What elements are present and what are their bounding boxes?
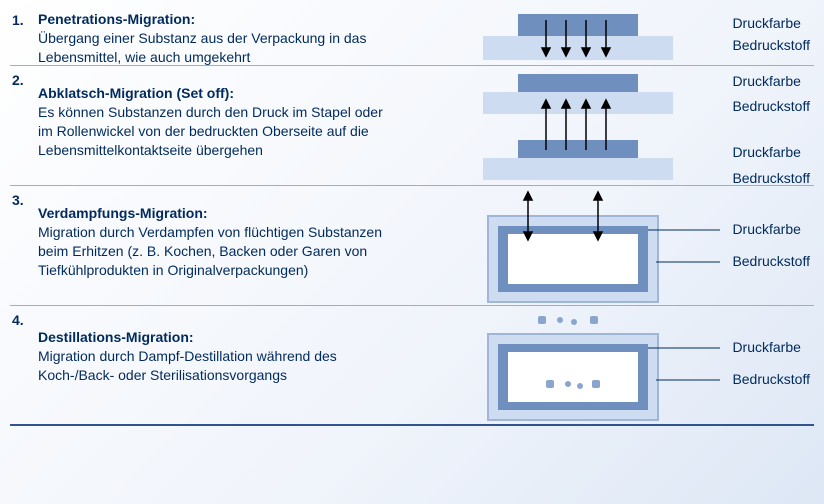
item-title: Verdampfungs-Migration: (38, 205, 208, 221)
label-substrate: Bedruckstoff (732, 36, 810, 54)
item-number: 2. (12, 70, 38, 177)
item-title: Penetrations-Migration: (38, 11, 195, 27)
diagram-3: Druckfarbe Bedruckstoff (398, 190, 814, 297)
item-text: Abklatsch-Migration (Set off): Es können… (38, 70, 398, 177)
item-number: 1. (12, 10, 38, 57)
row-3: 3. Verdampfungs-Migration: Migration dur… (10, 186, 814, 306)
item-desc: Migration durch Dampf-Destillation währe… (38, 348, 337, 383)
diagram-1: Druckfarbe Bedruckstoff (398, 10, 814, 57)
row-1: 1. Penetrations-Migration: Übergang eine… (10, 6, 814, 66)
item-text: Penetrations-Migration: Übergang einer S… (38, 10, 398, 57)
label-substrate: Bedruckstoff (732, 252, 810, 270)
item-title: Abklatsch-Migration (Set off): (38, 85, 234, 101)
item-desc: Migration durch Verdampfen von flüchtige… (38, 224, 382, 278)
item-title: Destillations-Migration: (38, 329, 194, 345)
diagram-2: Druckfarbe Bedruckstoff Druckfarbe Bedru… (398, 70, 814, 177)
label-substrate: Bedruckstoff (732, 97, 810, 115)
diagram-4: Druckfarbe Bedruckstoff (398, 310, 814, 416)
label-substrate: Bedruckstoff (732, 370, 810, 388)
item-text: Destillations-Migration: Migration durch… (38, 310, 398, 416)
item-number: 4. (12, 310, 38, 416)
label-ink: Druckfarbe (732, 14, 810, 32)
item-number: 3. (12, 190, 38, 297)
label-ink: Druckfarbe (732, 143, 810, 161)
label-ink: Druckfarbe (732, 220, 810, 238)
item-text: Verdampfungs-Migration: Migration durch … (38, 190, 398, 297)
item-desc: Übergang einer Substanz aus der Verpacku… (38, 30, 366, 65)
item-desc: Es können Substanzen durch den Druck im … (38, 104, 383, 158)
label-substrate: Bedruckstoff (732, 169, 810, 187)
row-4: 4. Destillations-Migration: Migration du… (10, 306, 814, 426)
label-ink: Druckfarbe (732, 72, 810, 90)
row-2: 2. Abklatsch-Migration (Set off): Es kön… (10, 66, 814, 186)
label-ink: Druckfarbe (732, 338, 810, 356)
